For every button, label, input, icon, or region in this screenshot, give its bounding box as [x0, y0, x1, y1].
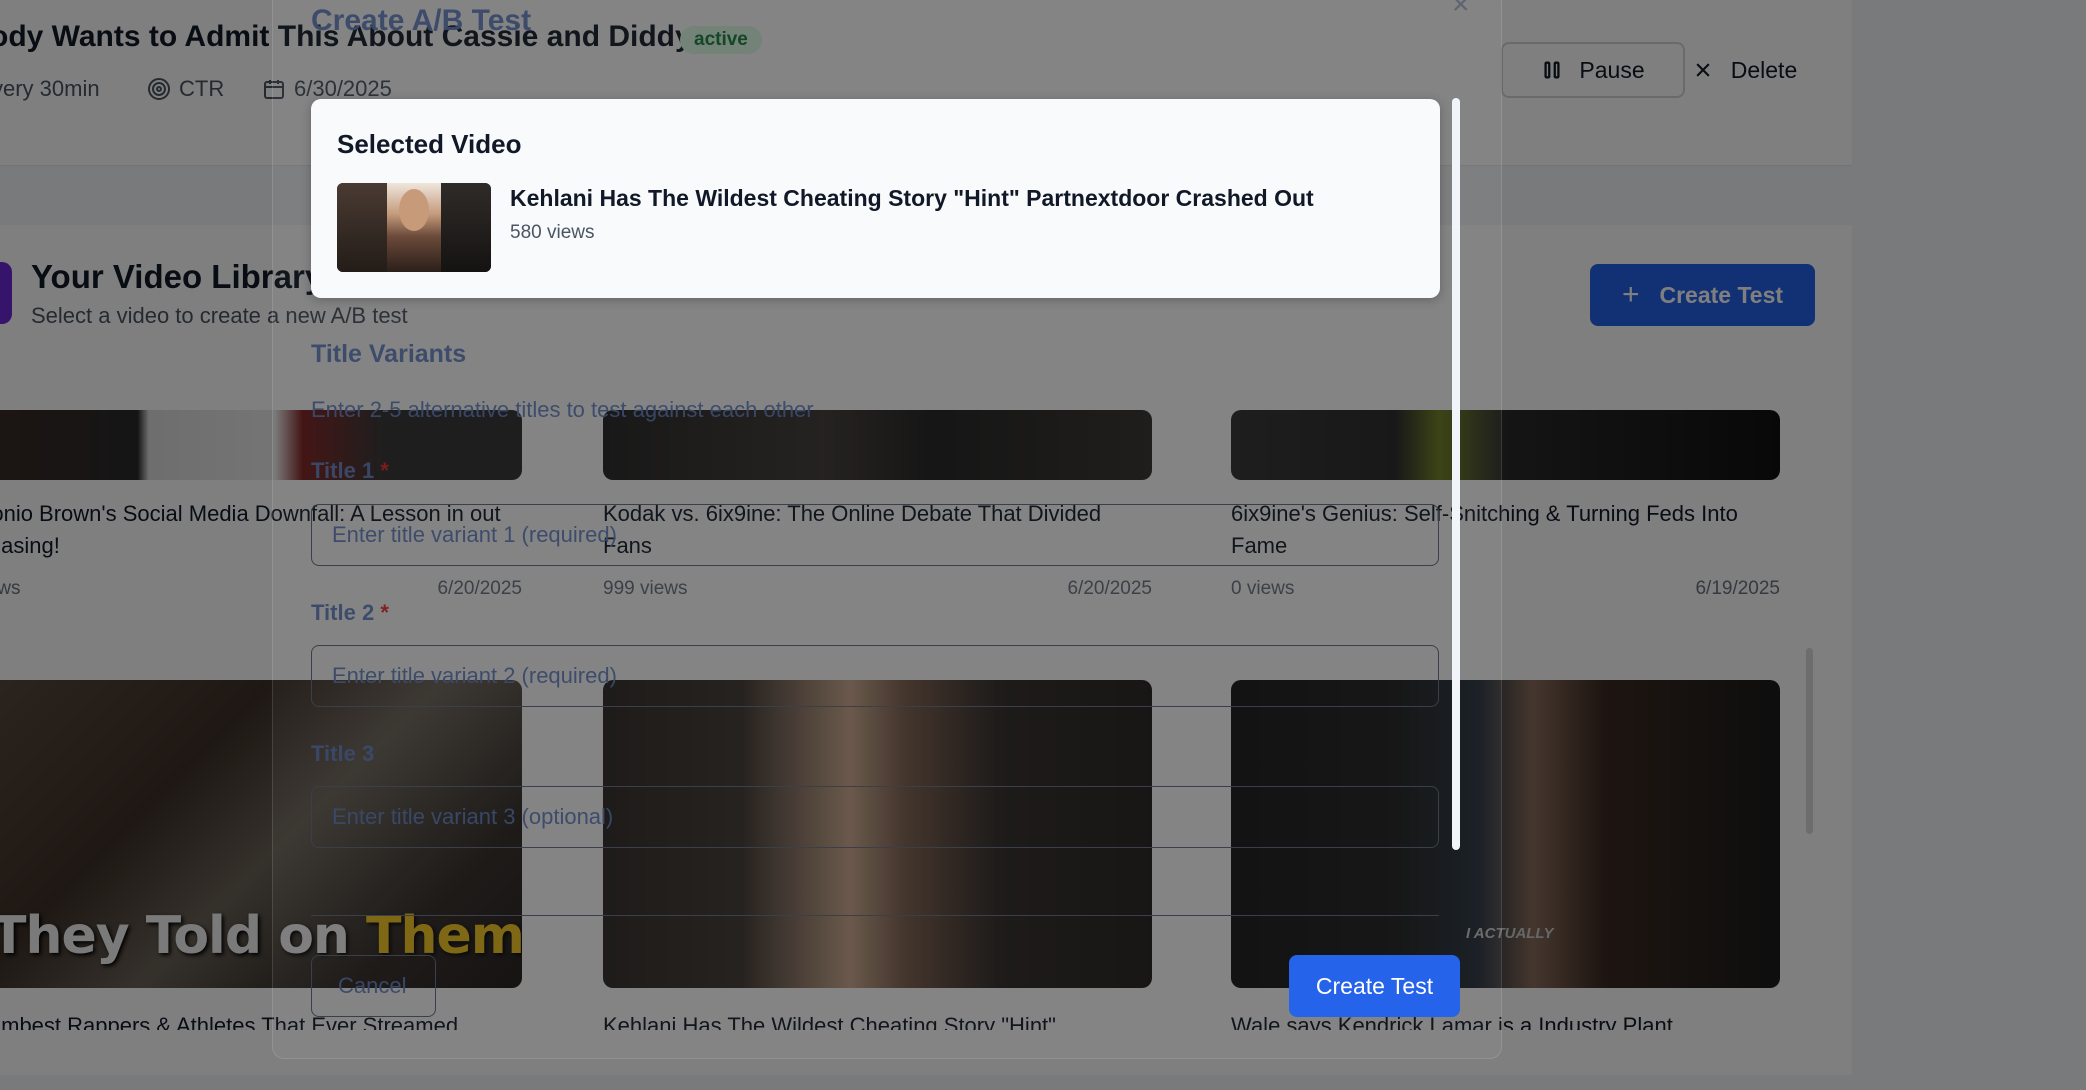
title-3-placeholder: Enter title variant 3 (optional) — [332, 804, 614, 829]
title-2-label: Title 2 * — [311, 600, 389, 625]
cancel-label: Cancel — [338, 973, 407, 998]
title-1-label: Title 1 * — [311, 458, 389, 483]
modal-close-icon[interactable]: × — [1452, 0, 1470, 22]
selected-video-thumbnail — [337, 183, 491, 272]
modal-title: Create A/B Test — [311, 4, 532, 37]
title-3-label: Title 3 — [311, 741, 375, 766]
title-2-input[interactable]: Enter title variant 2 (required) — [311, 645, 1439, 707]
submit-create-test-button[interactable]: Create Test — [1289, 955, 1460, 1017]
title-variants-heading: Title Variants — [311, 340, 467, 368]
cancel-button[interactable]: Cancel — [311, 955, 436, 1017]
selected-video-title: Kehlani Has The Wildest Cheating Story "… — [510, 185, 1314, 211]
selected-video-panel: Selected Video Kehlani Has The Wildest C… — [311, 99, 1440, 298]
title-2-placeholder: Enter title variant 2 (required) — [332, 663, 617, 688]
modal-scrollbar[interactable] — [1452, 98, 1460, 850]
title-1-input[interactable]: Enter title variant 1 (required) — [311, 504, 1439, 566]
modal-footer-divider — [311, 915, 1439, 916]
selected-video-views: 580 views — [510, 222, 595, 243]
title-1-placeholder: Enter title variant 1 (required) — [332, 522, 617, 547]
title-3-input[interactable]: Enter title variant 3 (optional) — [311, 786, 1439, 848]
title-variants-help: Enter 2-5 alternative titles to test aga… — [311, 397, 814, 422]
selected-video-heading: Selected Video — [337, 129, 522, 159]
required-marker: * — [380, 458, 389, 483]
required-marker: * — [380, 600, 389, 625]
